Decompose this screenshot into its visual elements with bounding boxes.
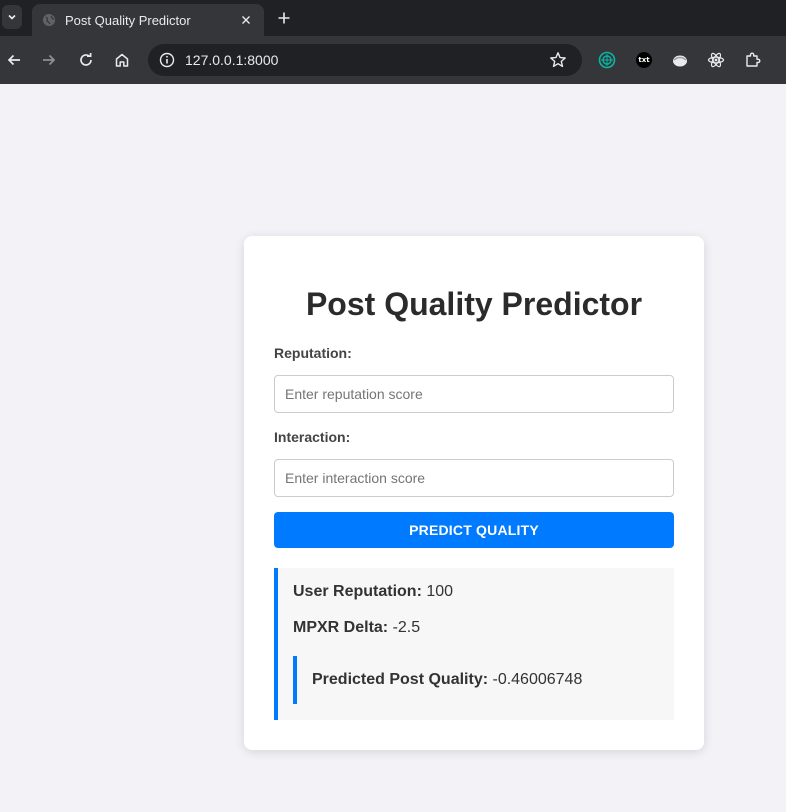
home-icon (115, 53, 129, 67)
close-icon (242, 16, 250, 24)
predictor-card: Post Quality Predictor Reputation: Inter… (244, 236, 704, 750)
arrow-right-icon (43, 54, 56, 66)
codeium-extension-button[interactable] (597, 50, 617, 70)
user-reputation-row: User Reputation: 100 (293, 583, 453, 601)
result-panel: User Reputation: 100 MPXR Delta: -2.5 Pr… (274, 568, 674, 720)
mpxr-delta-value: -2.5 (392, 619, 421, 636)
address-bar[interactable]: 127.0.0.1:8000 (148, 44, 582, 76)
predict-quality-button[interactable]: PREDICT QUALITY (274, 512, 674, 548)
interaction-label: Interaction: (274, 429, 351, 445)
reputation-label: Reputation: (274, 345, 352, 361)
codeium-icon (598, 51, 616, 69)
site-info-button[interactable] (158, 51, 176, 69)
url-text[interactable]: 127.0.0.1:8000 (185, 52, 548, 68)
browser-tab-active[interactable]: Post Quality Predictor (32, 4, 264, 36)
coconut-icon (673, 55, 687, 67)
predicted-quality-label: Predicted Post Quality: (312, 671, 493, 688)
new-tab-button[interactable] (273, 7, 295, 29)
predicted-quality-box: Predicted Post Quality: -0.46006748 (293, 656, 663, 704)
extensions-menu-button[interactable] (743, 50, 763, 70)
tab-search-button[interactable] (2, 5, 22, 29)
reload-icon (80, 53, 92, 66)
globe-icon (43, 14, 55, 26)
browser-tab-strip: Post Quality Predictor (0, 0, 786, 36)
react-devtools-icon (707, 52, 725, 68)
user-reputation-value: 100 (426, 583, 454, 600)
mpxr-delta-label: MPXR Delta: (293, 619, 393, 636)
page-title: Post Quality Predictor (305, 286, 643, 322)
plus-icon (278, 12, 290, 24)
puzzle-piece-icon (746, 52, 761, 67)
coconut-extension-button[interactable] (670, 50, 690, 70)
tab-close-button[interactable] (238, 12, 254, 28)
bookmark-button[interactable] (548, 50, 568, 70)
home-button[interactable] (110, 48, 134, 72)
mpxr-delta-row: MPXR Delta: -2.5 (293, 619, 420, 637)
predicted-quality-value: -0.46006748 (492, 671, 583, 688)
predicted-quality-row: Predicted Post Quality: -0.46006748 (312, 671, 582, 689)
back-button[interactable] (2, 48, 26, 72)
chevron-down-icon (8, 14, 16, 20)
arrow-left-icon (7, 54, 20, 66)
reload-button[interactable] (74, 48, 98, 72)
star-icon (550, 52, 566, 68)
react-devtools-button[interactable] (706, 50, 726, 70)
tab-title: Post Quality Predictor (65, 12, 191, 28)
user-reputation-label: User Reputation: (293, 583, 427, 600)
info-icon (159, 52, 175, 68)
interaction-input[interactable] (274, 459, 674, 497)
txt-extension-button[interactable]: txt (634, 50, 654, 70)
forward-button[interactable] (37, 48, 61, 72)
reputation-input[interactable] (274, 375, 674, 413)
browser-toolbar: 127.0.0.1:8000 txt (0, 36, 786, 84)
txt-extension-icon: txt (636, 52, 652, 68)
